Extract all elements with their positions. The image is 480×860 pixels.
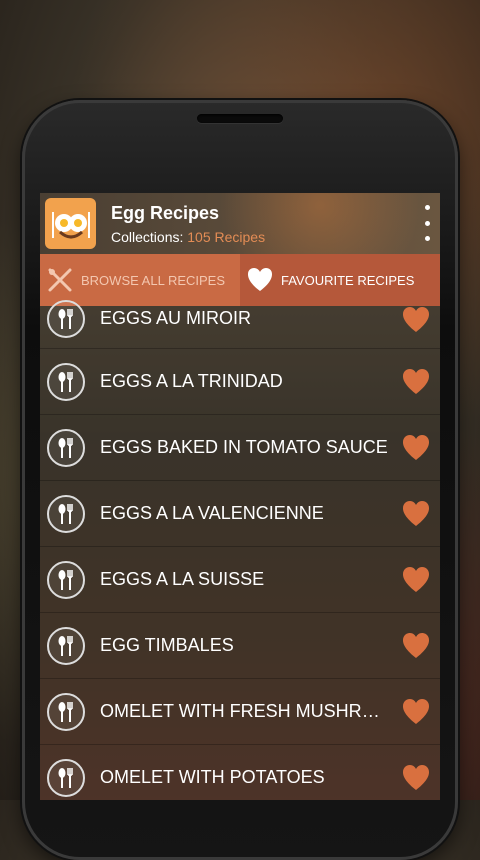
list-item[interactable]: EGGS A LA SUISSE <box>40 547 440 613</box>
tab-bar: BROWSE ALL RECIPES FAVOURITE RECIPES <box>40 254 440 306</box>
collections-label: Collections: <box>111 229 184 245</box>
app-bar: Egg Recipes Collections: 105 Recipes <box>40 193 440 254</box>
list-item[interactable]: OMELET WITH FRESH MUSHRO... <box>40 679 440 745</box>
heart-icon <box>248 268 272 291</box>
tab-browse-all[interactable]: BROWSE ALL RECIPES <box>40 254 240 306</box>
cutlery-icon <box>47 428 85 467</box>
recipe-title: EGG TIMBALES <box>100 635 234 655</box>
app-logo-icon <box>45 198 96 249</box>
favourite-heart-icon[interactable] <box>401 368 431 396</box>
list-item[interactable]: EGGS A LA TRINIDAD <box>40 349 440 415</box>
cutlery-icon <box>47 758 85 797</box>
fork-knife-icon <box>48 268 72 292</box>
favourite-heart-icon[interactable] <box>401 306 431 334</box>
list-item[interactable]: EGG TIMBALES <box>40 613 440 679</box>
app-screen: Egg Recipes Collections: 105 Recipes BRO… <box>40 193 440 800</box>
phone-speaker <box>197 114 283 123</box>
favourite-heart-icon[interactable] <box>401 434 431 462</box>
tab-favourites[interactable]: FAVOURITE RECIPES <box>240 254 440 306</box>
cutlery-icon <box>47 692 85 731</box>
recipe-title: OMELET WITH POTATOES <box>100 767 325 787</box>
recipe-title: EGGS BAKED IN TOMATO SAUCE <box>100 437 388 457</box>
favourite-heart-icon[interactable] <box>401 566 431 594</box>
cutlery-icon <box>47 494 85 533</box>
list-item[interactable]: EGGS A LA VALENCIENNE <box>40 481 440 547</box>
recipe-title: EGGS AU MIROIR <box>100 308 252 328</box>
cutlery-icon <box>47 560 85 599</box>
recipe-list: EGGS AU MIROIR EGGS A LA TRINIDAD EGGS B… <box>40 300 440 800</box>
tab-favourites-label: FAVOURITE RECIPES <box>281 272 415 288</box>
tab-browse-label: BROWSE ALL RECIPES <box>81 272 226 288</box>
cutlery-icon <box>47 362 85 401</box>
list-item[interactable]: EGGS BAKED IN TOMATO SAUCE <box>40 415 440 481</box>
favourite-heart-icon[interactable] <box>401 632 431 660</box>
favourite-heart-icon[interactable] <box>401 698 431 726</box>
recipe-count: 105 Recipes <box>187 229 266 245</box>
recipe-title: OMELET WITH FRESH MUSHRO... <box>100 701 390 721</box>
cutlery-icon <box>47 626 85 665</box>
favourite-heart-icon[interactable] <box>401 500 431 528</box>
recipe-title: EGGS A LA TRINIDAD <box>100 371 283 391</box>
recipe-title: EGGS A LA SUISSE <box>100 569 265 589</box>
app-title: Egg Recipes <box>111 203 220 223</box>
favourite-heart-icon[interactable] <box>401 764 431 792</box>
app-subtitle: Collections: 105 Recipes <box>111 229 265 245</box>
overflow-menu-icon[interactable] <box>423 205 431 241</box>
cutlery-icon <box>47 300 85 338</box>
list-item[interactable]: OMELET WITH POTATOES <box>40 745 440 800</box>
list-item[interactable]: EGGS AU MIROIR <box>40 300 440 349</box>
recipe-title: EGGS A LA VALENCIENNE <box>100 503 324 523</box>
